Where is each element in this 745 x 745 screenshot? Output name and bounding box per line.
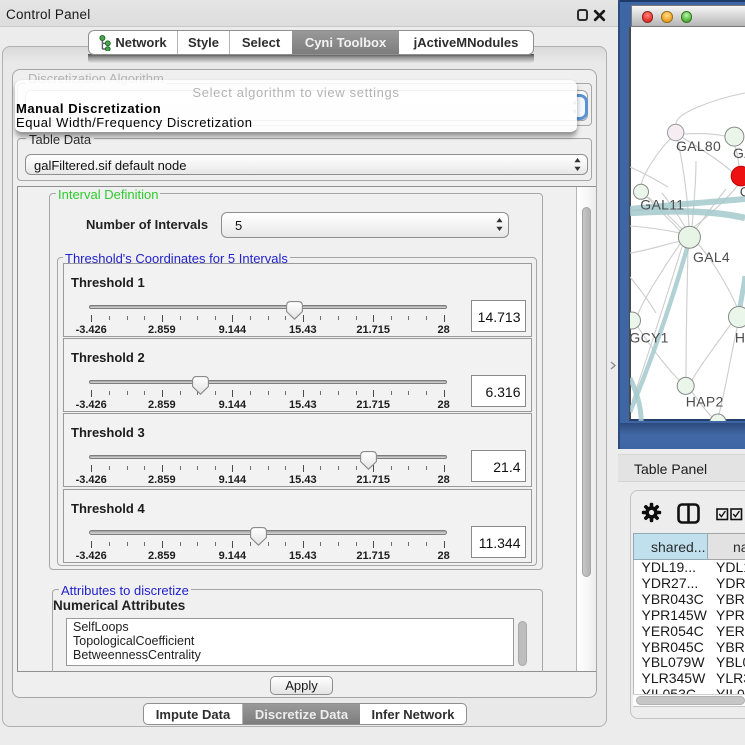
svg-text:H: H: [735, 330, 745, 346]
svg-text:GA: GA: [733, 145, 745, 161]
svg-text:GAL11: GAL11: [640, 197, 684, 213]
svg-text:GAL4: GAL4: [693, 249, 730, 265]
svg-text:HAP2: HAP2: [686, 394, 724, 410]
svg-text:GCY1: GCY1: [630, 330, 669, 346]
svg-text:GAL80: GAL80: [676, 138, 721, 154]
svg-text:C: C: [740, 184, 745, 200]
